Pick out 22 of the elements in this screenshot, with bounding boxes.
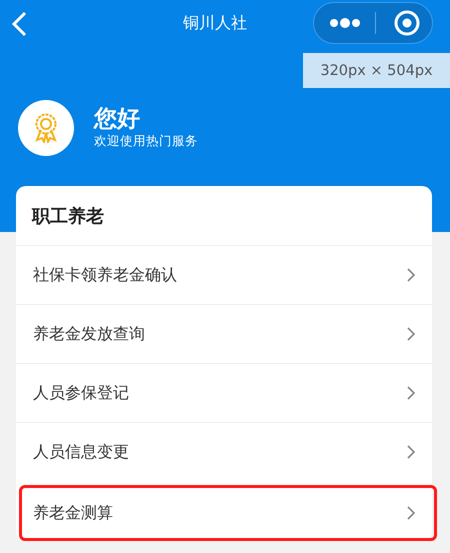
medal-icon (34, 113, 58, 143)
greeting-title: 您好 (94, 106, 141, 134)
chevron-icon (406, 444, 416, 460)
service-item[interactable]: 人员参保登记 (16, 363, 432, 422)
item-label: 社保卡领养老金确认 (33, 264, 178, 286)
nav-title: 铜川人社 (183, 12, 247, 34)
service-item[interactable]: 人员信息变更 (16, 422, 432, 481)
service-item[interactable]: 养老金发放查询 (16, 304, 432, 363)
service-item[interactable]: 社保卡领养老金确认 (16, 245, 432, 304)
greeting-subtitle: 欢迎使用热门服务 (94, 133, 198, 150)
card-title: 职工养老 (30, 204, 105, 228)
item-label: 养老金测算 (33, 502, 114, 524)
chevron-icon (406, 267, 416, 283)
chevron-icon (406, 505, 416, 521)
chevron-icon (406, 326, 416, 342)
chevron-icon (406, 385, 416, 401)
size-tooltip: 320px × 504px (303, 53, 450, 88)
item-label: 人员参保登记 (33, 382, 130, 404)
more-icon[interactable] (329, 17, 361, 29)
service-item[interactable]: 养老金测算 (19, 485, 437, 541)
item-label: 养老金发放查询 (33, 324, 146, 344)
item-label: 人员信息变更 (33, 442, 130, 462)
